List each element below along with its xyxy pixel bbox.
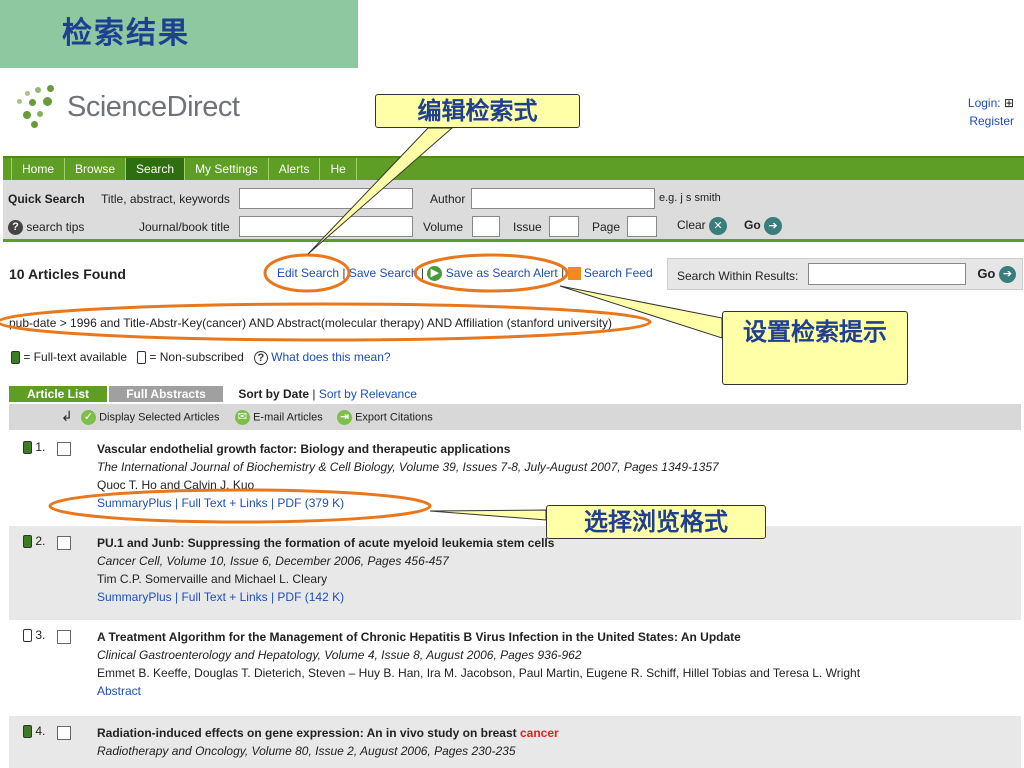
save-alert-highlight <box>413 253 569 293</box>
edit-callout-pointer <box>307 127 454 255</box>
edit-search-highlight <box>263 253 351 293</box>
edit-search-callout: 编辑检索式 <box>375 94 580 128</box>
format-links-highlight <box>48 488 432 524</box>
format-callout-pointer <box>429 509 547 521</box>
query-highlight <box>0 302 652 342</box>
browse-format-callout: 选择浏览格式 <box>546 505 766 539</box>
search-alert-callout: 设置检索提示 <box>722 311 908 385</box>
